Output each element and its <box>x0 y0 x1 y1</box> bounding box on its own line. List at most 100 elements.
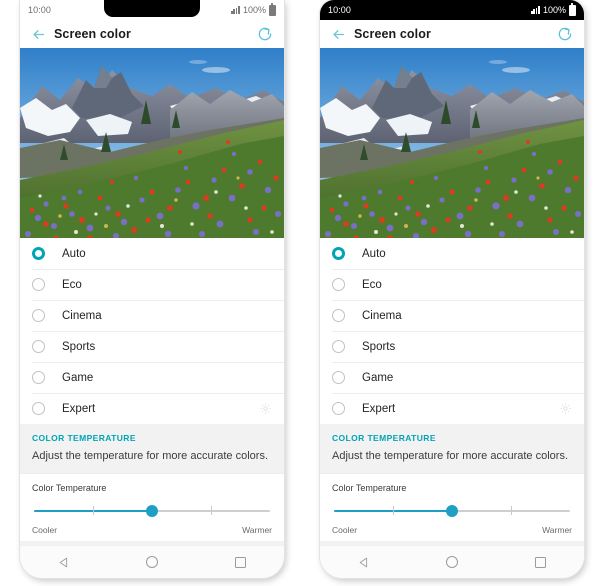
option-row-expert[interactable]: Expert <box>320 393 584 424</box>
option-row-game[interactable]: Game <box>320 362 584 393</box>
option-label: Eco <box>362 278 382 291</box>
slider-thumb[interactable] <box>446 504 458 517</box>
option-label: Cinema <box>362 309 402 322</box>
nav-home-icon[interactable] <box>441 551 463 573</box>
slider-track-wrap[interactable] <box>34 504 270 517</box>
status-indicators: 100% <box>530 3 576 16</box>
display-notch <box>104 0 200 17</box>
section-title: COLOR TEMPERATURE <box>32 433 136 443</box>
slider-max-label: Warmer <box>542 524 572 535</box>
gear-icon[interactable] <box>259 402 272 415</box>
signal-bars-icon <box>230 6 240 14</box>
color-temperature-slider-block: Color Temperature Cooler Warmer <box>320 472 584 541</box>
status-clock: 10:00 <box>28 5 52 15</box>
nav-recents-icon[interactable] <box>529 551 551 573</box>
radio-game[interactable] <box>332 371 345 384</box>
page-title: Screen color <box>54 27 131 41</box>
option-row-auto[interactable]: Auto <box>320 238 584 269</box>
battery-percent-label: 100% <box>242 5 266 15</box>
option-label: Sports <box>362 340 396 353</box>
slider-thumb[interactable] <box>146 504 158 517</box>
slider-tick <box>393 506 395 516</box>
slider-max-label: Warmer <box>242 524 272 535</box>
dual-phone-stage: 10:00 100% Screen color Auto Eco Cinema … <box>0 0 608 586</box>
radio-sports[interactable] <box>332 340 345 353</box>
section-header: COLOR TEMPERATURE <box>320 424 584 443</box>
android-nav-bar <box>320 545 584 578</box>
reset-refresh-icon[interactable] <box>257 26 273 42</box>
radio-cinema[interactable] <box>32 309 45 322</box>
back-arrow-icon[interactable] <box>31 27 46 42</box>
option-label: Expert <box>362 402 396 415</box>
radio-sports[interactable] <box>32 340 45 353</box>
option-label: Cinema <box>62 309 102 322</box>
page-title: Screen color <box>354 27 431 41</box>
nav-back-icon[interactable] <box>53 551 75 573</box>
slider-label: Color Temperature <box>332 482 407 493</box>
section-header: COLOR TEMPERATURE <box>20 424 284 443</box>
slider-tick <box>511 506 513 516</box>
status-indicators: 100% <box>230 3 276 16</box>
option-row-game[interactable]: Game <box>20 362 284 393</box>
phone-device: 10:00 100% Screen color Auto Eco Cinema … <box>20 0 284 578</box>
option-label: Auto <box>362 247 386 260</box>
status-clock: 10:00 <box>328 5 352 15</box>
back-arrow-icon[interactable] <box>331 27 346 42</box>
screen-color-options-list: Auto Eco Cinema Sports Game Expert <box>20 238 284 424</box>
app-bar: Screen color <box>320 20 584 48</box>
slider-min-label: Cooler <box>32 524 58 535</box>
section-title: COLOR TEMPERATURE <box>332 433 436 443</box>
section-description: Adjust the temperature for more accurate… <box>20 443 284 473</box>
option-label: Game <box>62 371 94 384</box>
radio-auto-selected[interactable] <box>332 247 345 260</box>
reset-refresh-icon[interactable] <box>557 26 573 42</box>
option-row-sports[interactable]: Sports <box>20 331 284 362</box>
nav-recents-icon[interactable] <box>229 551 251 573</box>
radio-cinema[interactable] <box>332 309 345 322</box>
radio-eco[interactable] <box>32 278 45 291</box>
slider-end-labels: Cooler Warmer <box>332 525 572 535</box>
option-row-cinema[interactable]: Cinema <box>320 300 584 331</box>
slider-min-label: Cooler <box>332 524 358 535</box>
option-row-eco[interactable]: Eco <box>320 269 584 300</box>
option-label: Eco <box>62 278 82 291</box>
battery-percent-label: 100% <box>542 5 566 15</box>
gear-icon[interactable] <box>559 402 572 415</box>
option-label: Game <box>362 371 394 384</box>
radio-auto-selected[interactable] <box>32 247 45 260</box>
radio-expert[interactable] <box>332 402 345 415</box>
nav-home-icon[interactable] <box>141 551 163 573</box>
slider-tick <box>211 506 213 516</box>
slider-end-labels: Cooler Warmer <box>32 525 272 535</box>
phone-device: 10:00 100% Screen color Auto Eco Cinema … <box>320 0 584 578</box>
option-row-auto[interactable]: Auto <box>20 238 284 269</box>
slider-label: Color Temperature <box>32 482 107 493</box>
app-bar: Screen color <box>20 20 284 48</box>
battery-icon <box>569 3 576 16</box>
radio-expert[interactable] <box>32 402 45 415</box>
option-row-expert[interactable]: Expert <box>20 393 284 424</box>
screen-color-options-list: Auto Eco Cinema Sports Game Expert <box>320 238 584 424</box>
phone-slot: 10:00 100% Screen color Auto Eco Cinema … <box>0 0 304 586</box>
option-row-sports[interactable]: Sports <box>320 331 584 362</box>
slider-track-wrap[interactable] <box>334 504 570 517</box>
signal-bars-icon <box>530 6 540 14</box>
android-nav-bar <box>20 545 284 578</box>
slider-tick <box>93 506 95 516</box>
option-label: Auto <box>62 247 86 260</box>
phone-slot: 10:00 100% Screen color Auto Eco Cinema … <box>304 0 608 586</box>
color-temperature-slider-block: Color Temperature Cooler Warmer <box>20 472 284 541</box>
section-description: Adjust the temperature for more accurate… <box>320 443 584 473</box>
status-bar: 10:00 100% <box>20 0 284 20</box>
wildflower-meadow-mountain-photo <box>20 48 284 238</box>
option-row-cinema[interactable]: Cinema <box>20 300 284 331</box>
radio-eco[interactable] <box>332 278 345 291</box>
status-bar: 10:00 100% <box>320 0 584 20</box>
option-label: Sports <box>62 340 96 353</box>
battery-icon <box>269 3 276 16</box>
option-row-eco[interactable]: Eco <box>20 269 284 300</box>
radio-game[interactable] <box>32 371 45 384</box>
wildflower-meadow-mountain-photo <box>320 48 584 238</box>
option-label: Expert <box>62 402 96 415</box>
nav-back-icon[interactable] <box>353 551 375 573</box>
